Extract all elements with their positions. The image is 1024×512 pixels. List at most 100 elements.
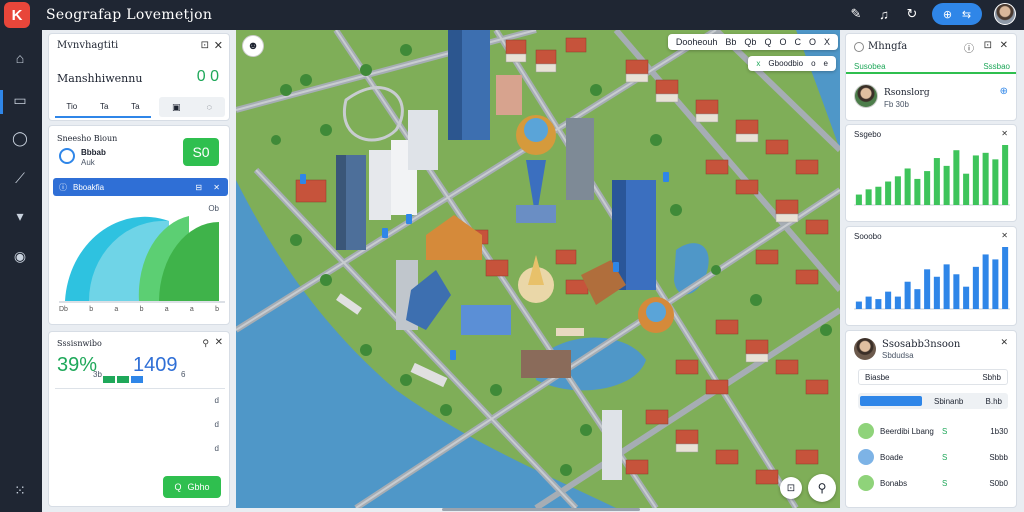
metrics-action-button[interactable]: Q Gbho	[163, 476, 221, 498]
axis-label: b	[139, 306, 144, 313]
link-icon[interactable]: ⚲	[202, 338, 209, 349]
list-item[interactable]: Beerdibi Lbang S 1b30	[858, 421, 1008, 441]
summary-action-group: ▣ ◌	[159, 97, 225, 117]
item-name: Bonabs	[880, 478, 908, 488]
app-logo[interactable]: K	[4, 2, 30, 28]
home-icon[interactable]: ⌂	[10, 48, 30, 68]
location-icon[interactable]: O	[779, 37, 786, 47]
bar	[904, 281, 911, 309]
map-toolbar-label: Dooheouh	[675, 37, 718, 47]
metric-percent: 39%	[57, 354, 98, 376]
tab-3[interactable]: Ta	[131, 102, 139, 111]
camera-icon[interactable]: ◉	[10, 246, 30, 266]
panel-icon[interactable]: ▭	[10, 90, 30, 110]
chart-icon[interactable]: ⟋	[10, 168, 30, 188]
bar	[972, 266, 979, 309]
item-mark: S	[942, 426, 948, 436]
globe-icon: ⊕	[942, 8, 953, 21]
settings-icon[interactable]: O	[809, 37, 816, 47]
item-icon	[858, 475, 874, 491]
bar	[885, 291, 892, 309]
expand-icon[interactable]: ⊡	[201, 40, 209, 51]
button-label: Gbho	[187, 482, 210, 492]
info-icon[interactable]: ⓘ	[964, 40, 974, 55]
map-canvas	[236, 30, 840, 508]
close-icon[interactable]: ✕	[214, 39, 223, 52]
account-toggle[interactable]: ⊕ ⇆	[932, 3, 982, 25]
city-map[interactable]: ☻ Dooheouh Bb Qb Q O C O X x Gboodbio o …	[236, 30, 840, 508]
list-item[interactable]: Boade S Sbbb	[858, 447, 1008, 467]
edit-icon[interactable]: ⊕	[1000, 86, 1008, 97]
compass-icon[interactable]: C	[794, 37, 801, 47]
subbar-circle-icon[interactable]: o	[811, 59, 815, 68]
close-icon[interactable]: X	[824, 37, 830, 47]
row2-value: B.hb	[985, 396, 1002, 406]
tab-1[interactable]: Tio	[66, 102, 77, 111]
user-avatar[interactable]	[994, 3, 1016, 25]
close-icon[interactable]: ✕	[1000, 337, 1008, 348]
bar	[914, 178, 921, 205]
bar	[1002, 247, 1009, 309]
bar	[992, 259, 999, 309]
summary-subtitle: Manshhiwennu	[57, 72, 143, 85]
list-row-1[interactable]: Biasbe Sbhb	[858, 369, 1008, 385]
item-value: 1b30	[990, 426, 1008, 436]
chat-bubble-icon[interactable]: ◌	[207, 102, 212, 112]
expand-icon[interactable]: ⊡	[984, 40, 992, 51]
refresh-icon[interactable]: ↻	[904, 6, 920, 22]
layers-icon[interactable]: Bb	[725, 37, 736, 47]
bar	[894, 296, 901, 309]
row1-value: Sbhb	[982, 372, 1001, 382]
axis-label: a	[164, 306, 169, 313]
filter-icon[interactable]: Qb	[744, 37, 756, 47]
map-horizontal-scrollbar[interactable]	[442, 508, 640, 511]
tab-left[interactable]: Susobea	[854, 62, 886, 72]
list-avatar[interactable]	[854, 338, 876, 360]
bell-icon[interactable]: ♫	[876, 6, 892, 22]
item-value: Sbbb	[989, 452, 1008, 462]
list-subtitle: Sbdudsa	[882, 351, 914, 360]
image-icon[interactable]: ▣	[172, 102, 181, 113]
bar	[855, 194, 862, 205]
summary-value: 0 0	[196, 68, 219, 85]
row2-label: Sbinanb	[934, 396, 964, 406]
subbar-comment-icon[interactable]: e	[824, 59, 828, 68]
top-bar: K Seografap Lovemetjon ✎ ♫ ↻ ⊕ ⇆	[0, 0, 1024, 30]
list-card: Ssosabb3nsoon Sbdudsa ✕ Biasbe Sbhb Sbin…	[845, 330, 1017, 508]
row-marker: d	[214, 396, 219, 405]
axis-label: b	[215, 306, 219, 313]
close-icon[interactable]: ✕	[1000, 40, 1008, 51]
bar	[1002, 145, 1009, 205]
left-rail: ⌂ ▭ ◯ ⟋ ▾ ◉ ⁙	[0, 30, 42, 512]
search-icon[interactable]: Q	[764, 37, 771, 47]
metric-count: 1409	[133, 354, 178, 376]
axis-label: Db	[59, 306, 68, 313]
map-fullscreen-button[interactable]: ⊡	[780, 477, 802, 499]
chat-icon[interactable]: ◯	[10, 128, 30, 148]
map-profile-button[interactable]: ☻	[242, 35, 264, 57]
tab-right[interactable]: Sssbao	[983, 62, 1010, 72]
app-title: Seografap Lovemetjon	[46, 7, 213, 23]
bar	[914, 289, 921, 309]
close-icon[interactable]: ✕	[215, 337, 223, 348]
map-locate-button[interactable]: ⚲	[808, 474, 836, 502]
green-bar-chart-card: Ssgebo ✕	[845, 124, 1017, 222]
list-row-2[interactable]: Sbinanb B.hb	[858, 393, 1008, 409]
summary-tabs: Tio Ta Ta	[55, 96, 151, 118]
bar	[953, 150, 960, 205]
item-icon	[858, 423, 874, 439]
bar	[933, 158, 940, 205]
bar	[933, 276, 940, 309]
profile-avatar[interactable]	[854, 84, 878, 108]
subbar-close-icon[interactable]: x	[756, 59, 760, 68]
tab-2[interactable]: Ta	[100, 102, 108, 111]
item-mark: S	[942, 478, 948, 488]
pin-icon[interactable]: ✎	[848, 6, 864, 22]
download-icon[interactable]: ▾	[10, 206, 30, 226]
profile-sub: Fb 30b	[884, 100, 909, 109]
row1-label: Biasbe	[865, 372, 890, 382]
grid-icon[interactable]: ⁙	[10, 480, 30, 500]
map-toolbar: Dooheouh Bb Qb Q O C O X	[667, 34, 838, 50]
item-icon	[858, 449, 874, 465]
list-item[interactable]: Bonabs S S0b0	[858, 473, 1008, 493]
